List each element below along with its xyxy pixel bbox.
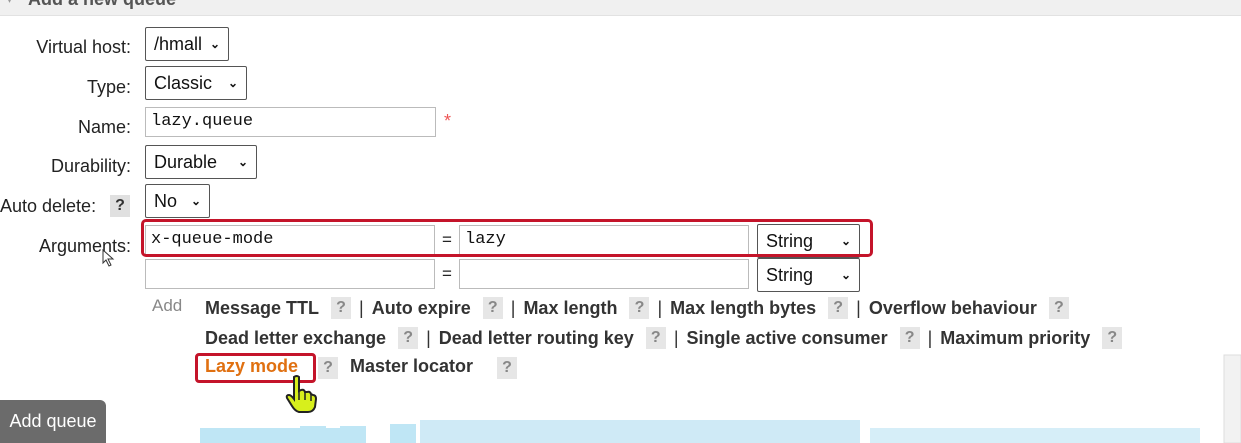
- durability-value: Durable: [154, 151, 218, 172]
- type-value: Classic: [154, 72, 213, 93]
- preset-single-active-consumer[interactable]: Single active consumer: [687, 328, 888, 349]
- help-dead-letter-exchange[interactable]: ?: [398, 327, 419, 349]
- auto-delete-label: Auto delete:: [0, 196, 97, 216]
- arg-key-input-1[interactable]: x-queue-mode: [145, 225, 435, 255]
- preset-maximum-priority[interactable]: Maximum priority: [940, 328, 1090, 349]
- durability-select[interactable]: Durable ⌄: [145, 145, 257, 179]
- preset-message-ttl[interactable]: Message TTL: [205, 298, 319, 319]
- chevron-down-icon: ⌄: [227, 76, 238, 90]
- preset-max-length[interactable]: Max length: [523, 298, 617, 319]
- arguments-label: Arguments:: [38, 236, 131, 256]
- chevron-down-icon: ⌄: [840, 234, 851, 248]
- help-overflow-behaviour[interactable]: ?: [1048, 297, 1069, 319]
- chevron-down-icon: ⌄: [209, 37, 220, 51]
- chevron-down-icon: ⌄: [237, 155, 248, 169]
- arg-equals-1: =: [442, 230, 452, 249]
- separator: |: [927, 327, 933, 348]
- help-lazy-mode[interactable]: ?: [318, 357, 338, 379]
- name-input[interactable]: lazy.queue: [145, 107, 436, 137]
- auto-delete-help[interactable]: ?: [110, 195, 130, 217]
- help-dead-letter-routing-key[interactable]: ?: [645, 327, 666, 349]
- vhost-label: Virtual host:: [36, 37, 131, 57]
- arg-type-select-1[interactable]: String ⌄: [757, 224, 860, 258]
- preset-overflow-behaviour[interactable]: Overflow behaviour: [869, 298, 1037, 319]
- arg-type-value-2: String: [766, 264, 814, 285]
- chevron-down-icon: ⌄: [840, 268, 851, 282]
- chevron-down-icon: ⌄: [190, 194, 201, 208]
- separator: |: [359, 297, 364, 318]
- mouse-arrow-icon: [102, 249, 115, 267]
- collapse-triangle-icon[interactable]: ▾: [6, 0, 13, 7]
- add-label: Add: [152, 296, 183, 315]
- preset-master-locator[interactable]: Master locator: [350, 356, 473, 377]
- arg-equals-2: =: [442, 264, 452, 283]
- preset-dead-letter-routing-key[interactable]: Dead letter routing key: [439, 328, 634, 349]
- preset-dead-letter-exchange[interactable]: Dead letter exchange: [205, 328, 386, 349]
- add-queue-button[interactable]: Add queue: [0, 400, 106, 443]
- auto-delete-value: No: [154, 190, 178, 211]
- required-mark: *: [444, 111, 452, 131]
- separator: |: [856, 297, 861, 318]
- preset-max-length-bytes[interactable]: Max length bytes: [670, 298, 816, 319]
- help-master-locator[interactable]: ?: [497, 357, 517, 379]
- name-label: Name:: [77, 117, 131, 137]
- type-label: Type:: [86, 77, 131, 97]
- vhost-select[interactable]: /hmall ⌄: [145, 27, 229, 61]
- arg-type-select-2[interactable]: String ⌄: [757, 258, 860, 292]
- arg-presets-row-2: Dead letter exchange ? | Dead letter rou…: [205, 327, 1123, 349]
- separator: |: [426, 327, 431, 348]
- hand-pointer-icon: [285, 375, 318, 413]
- separator: |: [657, 297, 663, 318]
- separator: |: [673, 327, 679, 348]
- arg-type-value-1: String: [766, 230, 814, 251]
- help-message-ttl[interactable]: ?: [331, 297, 352, 319]
- help-maximum-priority[interactable]: ?: [1102, 327, 1123, 349]
- help-auto-expire[interactable]: ?: [482, 297, 503, 319]
- help-max-length-bytes[interactable]: ?: [828, 297, 849, 319]
- arg-key-input-2[interactable]: [145, 259, 435, 289]
- arg-value-input-1[interactable]: lazy: [459, 225, 749, 255]
- type-select[interactable]: Classic ⌄: [145, 66, 247, 100]
- section-header[interactable]: ▾ Add a new queue: [0, 0, 1241, 16]
- auto-delete-select[interactable]: No ⌄: [145, 184, 210, 218]
- help-max-length[interactable]: ?: [629, 297, 650, 319]
- preset-auto-expire[interactable]: Auto expire: [372, 298, 471, 319]
- separator: |: [510, 297, 516, 318]
- arg-value-input-2[interactable]: [459, 259, 749, 289]
- arg-presets-row-1: Message TTL ? | Auto expire ? | Max leng…: [205, 297, 1069, 319]
- section-title: Add a new queue: [28, 0, 176, 10]
- vhost-value: /hmall: [154, 33, 203, 54]
- help-single-active-consumer[interactable]: ?: [899, 327, 920, 349]
- durability-label: Durability:: [50, 156, 131, 176]
